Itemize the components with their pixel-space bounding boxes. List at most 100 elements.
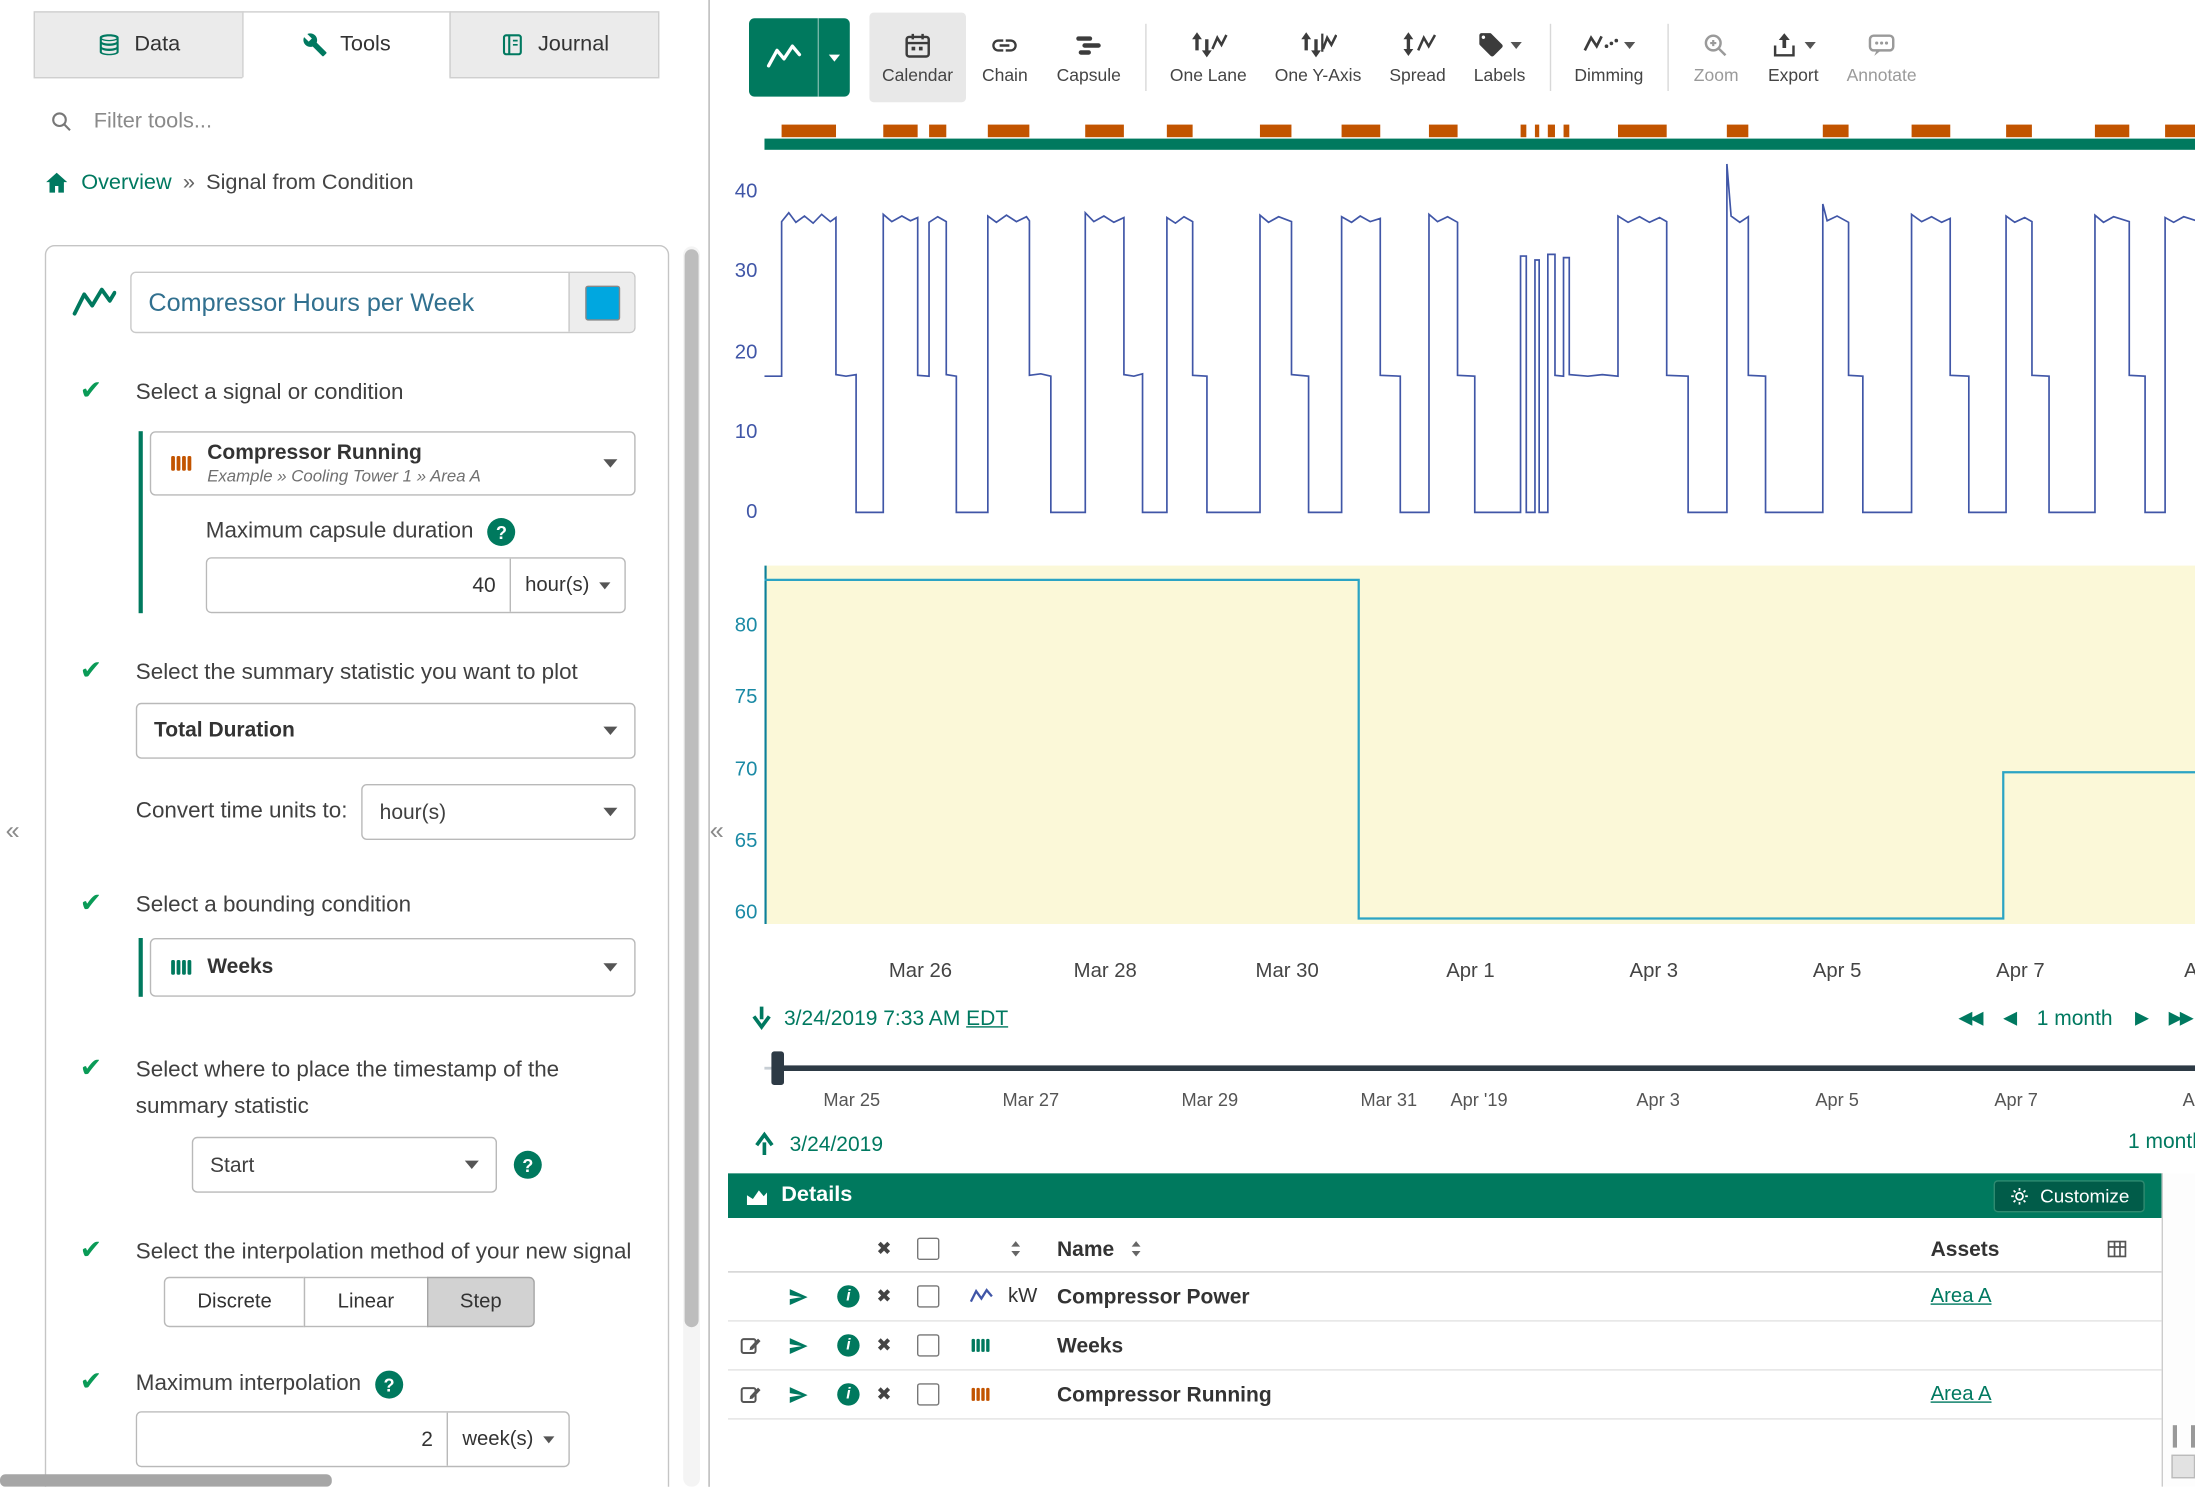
spread-button[interactable]: Spread: [1377, 13, 1459, 103]
one-lane-button[interactable]: One Lane: [1157, 13, 1259, 103]
export-button[interactable]: Export: [1755, 13, 1831, 103]
timeline-left-handle[interactable]: [771, 1051, 784, 1085]
convert-units-select[interactable]: hour(s): [361, 784, 635, 840]
edit-icon[interactable]: [739, 1383, 763, 1407]
step-back-full-icon[interactable]: ◀◀: [1958, 1007, 1980, 1029]
statistic-select[interactable]: Total Duration: [136, 703, 636, 759]
info-icon[interactable]: i: [837, 1285, 859, 1307]
tab-journal[interactable]: Journal: [450, 11, 660, 78]
timeline-selected-range[interactable]: [778, 1065, 2195, 1071]
display-range-start-link[interactable]: 3/24/2019 7:33 AM EDT: [784, 1006, 1008, 1030]
help-icon[interactable]: ?: [514, 1151, 542, 1179]
tool-name-input[interactable]: Compressor Hours per Week: [132, 273, 569, 332]
signal-from-condition-card: Compressor Hours per Week ✔ Select a sig…: [45, 245, 669, 1487]
duration-unit-select[interactable]: hour(s): [510, 559, 625, 612]
arrow-up-icon: [753, 1131, 775, 1156]
row-checkbox[interactable]: [917, 1383, 939, 1405]
chain-button[interactable]: Chain: [968, 13, 1041, 103]
timestamp-placement-select[interactable]: Start: [192, 1137, 497, 1193]
y-axis[interactable]: 4030201008075706560: [728, 123, 762, 941]
one-y-axis-button[interactable]: One Y-Axis: [1262, 13, 1374, 103]
info-icon[interactable]: i: [837, 1383, 859, 1405]
check-icon: ✔: [80, 1053, 136, 1193]
remove-item-icon[interactable]: ✖: [876, 1285, 917, 1307]
tool-header: Compressor Hours per Week: [46, 246, 668, 333]
interp-linear-button[interactable]: Linear: [304, 1277, 428, 1327]
color-picker-button[interactable]: [568, 273, 634, 332]
right-panel-splitter[interactable]: [2162, 1173, 2195, 1487]
asset-link[interactable]: Area A: [1931, 1383, 1992, 1405]
breadcrumb-overview-link[interactable]: Overview: [81, 170, 171, 195]
tab-data[interactable]: Data: [34, 11, 244, 78]
sidebar-scrollbar[interactable]: [683, 246, 700, 1486]
x-axis[interactable]: Mar 26Mar 28Mar 30Apr 1Apr 3Apr 5Apr 7Ap: [764, 960, 2195, 991]
investigate-timeline[interactable]: [728, 1047, 2195, 1089]
bounding-condition-select[interactable]: Weeks: [150, 938, 636, 997]
row-checkbox[interactable]: [917, 1334, 939, 1356]
remove-item-icon[interactable]: ✖: [876, 1334, 917, 1356]
rocket-icon[interactable]: [787, 1383, 811, 1407]
remove-item-icon[interactable]: ✖: [876, 1383, 917, 1405]
column-header-name[interactable]: Name: [1057, 1237, 1114, 1261]
interp-discrete-button[interactable]: Discrete: [164, 1277, 306, 1327]
scrollbar-thumb[interactable]: [685, 249, 699, 1327]
help-icon[interactable]: ?: [375, 1371, 403, 1399]
table-header-row: ✖ Name Assets: [728, 1226, 2162, 1272]
asset-link[interactable]: Area A: [1931, 1285, 1992, 1307]
sidebar-horizontal-scrollbar[interactable]: [0, 1474, 332, 1487]
tab-tools[interactable]: Tools: [242, 11, 452, 78]
signal-condition-select[interactable]: Compressor Running Example » Cooling Tow…: [150, 431, 636, 495]
timezone-label[interactable]: EDT: [966, 1006, 1008, 1030]
interpolation-unit-select[interactable]: week(s): [447, 1413, 568, 1466]
color-swatch: [585, 285, 620, 320]
column-header-assets[interactable]: Assets: [1931, 1237, 2106, 1261]
home-icon[interactable]: [43, 169, 70, 196]
step-forward-half-icon[interactable]: ▶: [2135, 1007, 2146, 1029]
customize-button[interactable]: Customize: [1994, 1180, 2145, 1212]
view-mode-button[interactable]: [749, 18, 850, 96]
timeline-tick: Apr '19: [1450, 1089, 1507, 1110]
row-checkbox[interactable]: [917, 1285, 939, 1307]
step-forward-full-icon[interactable]: ▶▶: [2169, 1007, 2191, 1029]
step-back-half-icon[interactable]: ◀: [2003, 1007, 2014, 1029]
dimming-button[interactable]: Dimming: [1562, 13, 1656, 103]
max-capsule-duration-input[interactable]: [207, 559, 509, 612]
edit-icon[interactable]: [739, 1334, 763, 1358]
remove-all-icon[interactable]: ✖: [876, 1238, 917, 1260]
collapse-tools-panel-icon[interactable]: «: [710, 818, 724, 843]
step-label: Select a bounding condition: [136, 888, 636, 924]
check-icon: ✔: [80, 655, 136, 840]
database-icon: [97, 32, 122, 57]
investigate-range-start[interactable]: 3/24/2019: [790, 1132, 883, 1156]
one-lane-icon: [1189, 31, 1228, 59]
collapse-left-edge-icon[interactable]: «: [6, 818, 20, 843]
table-row: i ✖ Compressor Running Area A: [728, 1371, 2162, 1420]
rocket-icon[interactable]: [787, 1334, 811, 1358]
display-range-duration[interactable]: 1 month: [2037, 1006, 2113, 1030]
column-chooser-icon[interactable]: [2106, 1237, 2130, 1261]
panel-tabs: Data Tools Journal: [35, 11, 659, 78]
x-axis-tick: Mar 28: [1074, 960, 1137, 982]
capsule-time-button[interactable]: Capsule: [1044, 13, 1133, 103]
max-interpolation-input[interactable]: [137, 1413, 447, 1466]
sort-icon[interactable]: [1128, 1239, 1143, 1259]
capsule: [1342, 125, 1381, 138]
view-mode-caret[interactable]: [818, 18, 850, 96]
filter-tools-input[interactable]: [91, 108, 659, 136]
max-interpolation-group: week(s): [136, 1411, 570, 1467]
trend-chart[interactable]: [764, 123, 2195, 941]
rocket-icon[interactable]: [787, 1285, 811, 1309]
splitter-grip[interactable]: [2173, 1425, 2195, 1447]
investigate-range-duration[interactable]: 1 month: [2128, 1130, 2195, 1154]
check-icon: ✔: [80, 1366, 136, 1467]
select-all-checkbox[interactable]: [917, 1238, 939, 1260]
step-label: Select a signal or condition: [136, 375, 636, 411]
tag-icon: [1477, 31, 1505, 59]
calendar-button[interactable]: Calendar: [869, 13, 965, 103]
labels-button[interactable]: Labels: [1461, 13, 1538, 103]
interp-step-button[interactable]: Step: [426, 1277, 535, 1327]
sort-icon[interactable]: [1008, 1239, 1023, 1259]
info-icon[interactable]: i: [837, 1334, 859, 1356]
chain-icon: [990, 30, 1019, 59]
help-icon[interactable]: ?: [487, 518, 515, 546]
